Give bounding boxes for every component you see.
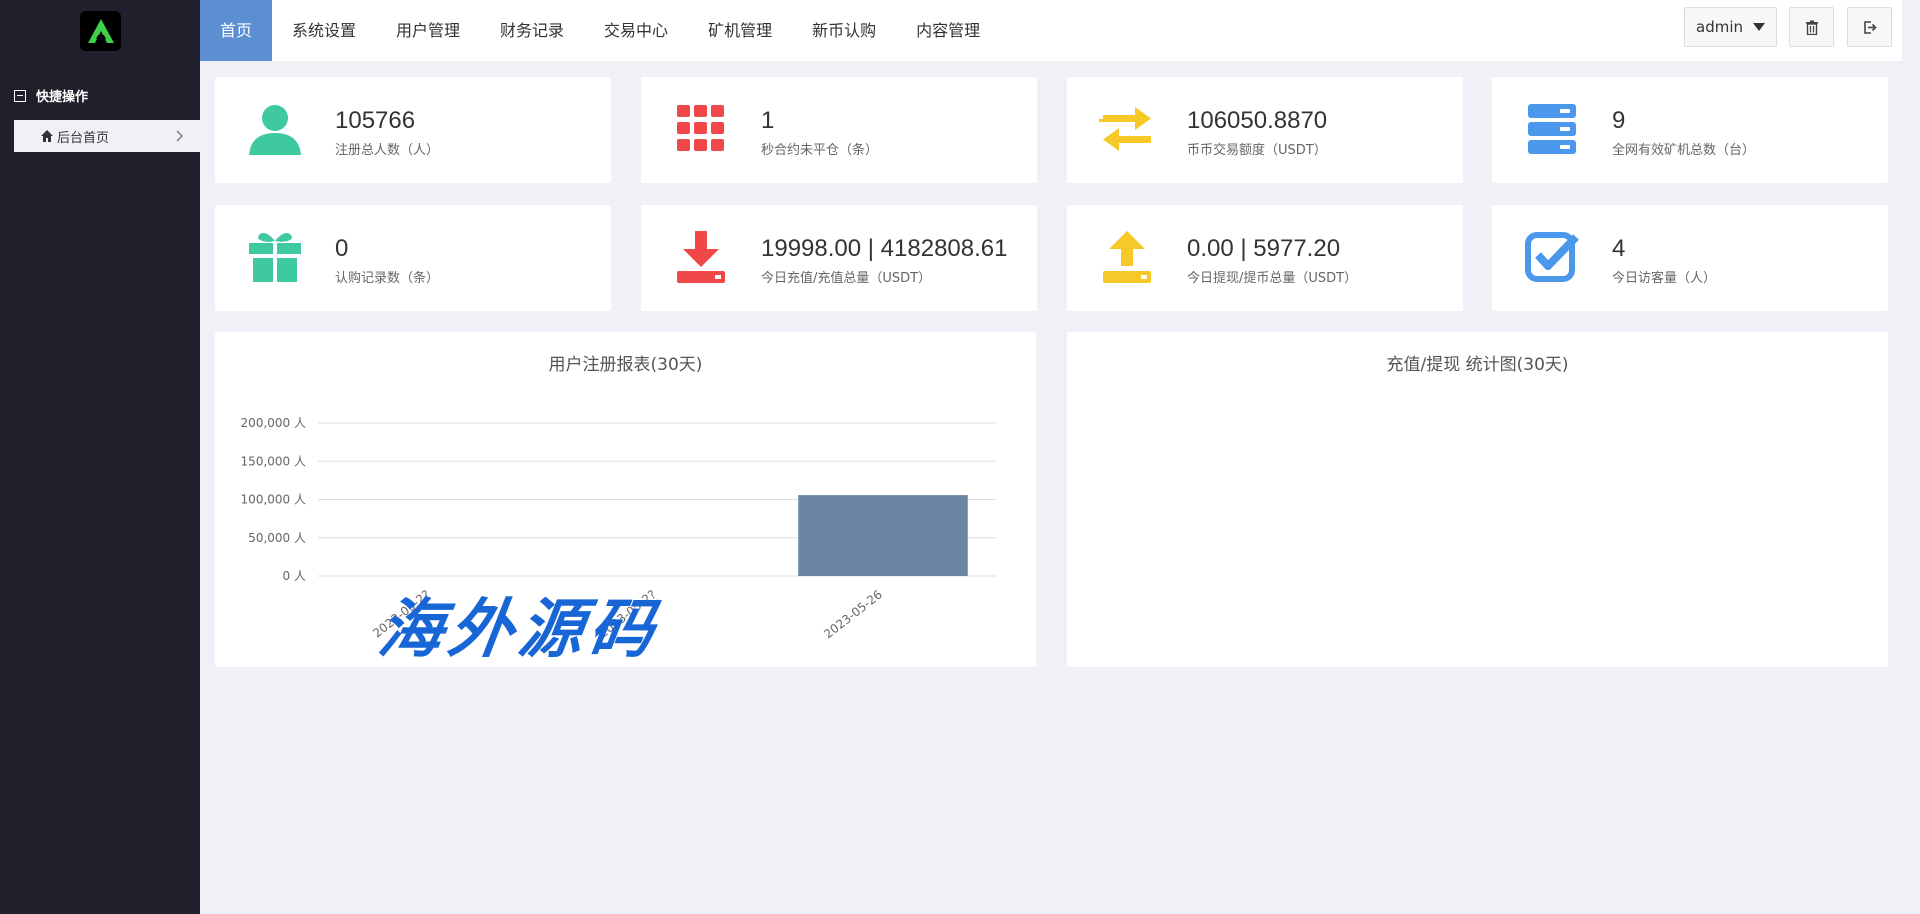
stat-value: 0 [335, 235, 349, 262]
logo-icon [87, 19, 114, 43]
stat-card-withdrawals: 0.00 | 5977.20 今日提现/提币总量（USDT） [1067, 205, 1463, 311]
chevron-right-icon [176, 130, 183, 142]
sidebar-item-dashboard-home[interactable]: 后台首页 [14, 120, 200, 152]
stat-card-registered-users: 105766 注册总人数（人） [215, 77, 611, 183]
stat-card-active-miners: 9 全网有效矿机总数（台） [1492, 77, 1888, 183]
nav-trading-center[interactable]: 交易中心 [584, 0, 688, 61]
user-icon [249, 105, 301, 155]
y-tick-label: 100,000 人 [241, 493, 306, 507]
download-icon [677, 231, 725, 283]
nav-user-management[interactable]: 用户管理 [376, 0, 480, 61]
caret-down-icon [1753, 23, 1765, 31]
collapse-icon [14, 89, 26, 102]
stat-value: 4 [1612, 235, 1626, 262]
stat-label: 全网有效矿机总数（台） [1612, 143, 1756, 158]
server-icon [1528, 104, 1576, 154]
x-tick-label: 2023-05-26 [821, 587, 885, 641]
nav-content-management[interactable]: 内容管理 [896, 0, 1000, 61]
nav-home[interactable]: 首页 [200, 0, 272, 61]
gift-icon [249, 233, 301, 282]
sidebar-item-label: 后台首页 [57, 130, 110, 146]
admin-username: admin [1696, 18, 1743, 36]
stat-value: 0.00 | 5977.20 [1187, 235, 1341, 262]
stat-card-spot-volume: 106050.8870 币币交易额度（USDT） [1067, 77, 1463, 183]
watermark: 海外源码 [373, 592, 665, 667]
stat-label: 今日充值/充值总量（USDT） [761, 271, 932, 286]
main-nav: 首页 系统设置 用户管理 财务记录 交易中心 矿机管理 新币认购 内容管理 [200, 0, 1902, 61]
y-tick-label: 200,000 人 [241, 416, 306, 430]
y-tick-label: 150,000 人 [241, 454, 306, 468]
finance-chart-title: 充值/提现 统计图(30天) [1386, 355, 1569, 375]
stat-label: 今日提现/提币总量（USDT） [1187, 271, 1358, 286]
page-scrollbar[interactable] [1902, 0, 1920, 914]
clear-cache-button[interactable] [1789, 7, 1834, 47]
y-tick-label: 0 人 [283, 569, 306, 583]
sidebar: 快捷操作 后台首页 [0, 0, 200, 914]
nav-miner-management[interactable]: 矿机管理 [688, 0, 792, 61]
home-icon [41, 130, 53, 142]
top-navbar: 首页 系统设置 用户管理 财务记录 交易中心 矿机管理 新币认购 内容管理 ad… [200, 0, 1902, 61]
admin-user-dropdown[interactable]: admin [1684, 7, 1777, 47]
nav-new-coin-subscription[interactable]: 新币认购 [792, 0, 896, 61]
exchange-icon [1099, 107, 1151, 151]
stat-value: 106050.8870 [1187, 107, 1328, 134]
finance-chart-card: 充值/提现 统计图(30天) [1067, 332, 1888, 667]
check-icon [1525, 232, 1579, 282]
stat-card-visitors: 4 今日访客量（人） [1492, 205, 1888, 311]
stat-label: 秒合约未平仓（条） [761, 143, 879, 158]
stat-card-subscription-records: 0 认购记录数（条） [215, 205, 611, 311]
stat-value: 9 [1612, 107, 1626, 134]
nav-finance-records[interactable]: 财务记录 [480, 0, 584, 61]
nav-system-settings[interactable]: 系统设置 [272, 0, 376, 61]
y-tick-label: 50,000 人 [248, 531, 306, 545]
logout-button[interactable] [1847, 7, 1892, 47]
stat-value: 105766 [335, 107, 416, 134]
trash-icon [1805, 20, 1818, 35]
grid-icon [677, 105, 724, 151]
stat-card-open-contracts: 1 秒合约未平仓（条） [641, 77, 1037, 183]
stat-label: 今日访客量（人） [1612, 271, 1717, 286]
app-logo[interactable] [80, 11, 121, 51]
stat-value: 19998.00 | 4182808.61 [761, 235, 1008, 262]
sidebar-section-title[interactable]: 快捷操作 [14, 86, 88, 105]
upload-icon [1103, 231, 1151, 283]
stat-value: 1 [761, 107, 775, 134]
stat-label: 注册总人数（人） [335, 143, 440, 158]
logout-icon [1863, 20, 1877, 34]
stat-label: 认购记录数（条） [335, 271, 440, 286]
bar [798, 495, 968, 576]
stat-label: 币币交易额度（USDT） [1187, 143, 1327, 158]
stat-card-deposits: 19998.00 | 4182808.61 今日充值/充值总量（USDT） [641, 205, 1037, 311]
